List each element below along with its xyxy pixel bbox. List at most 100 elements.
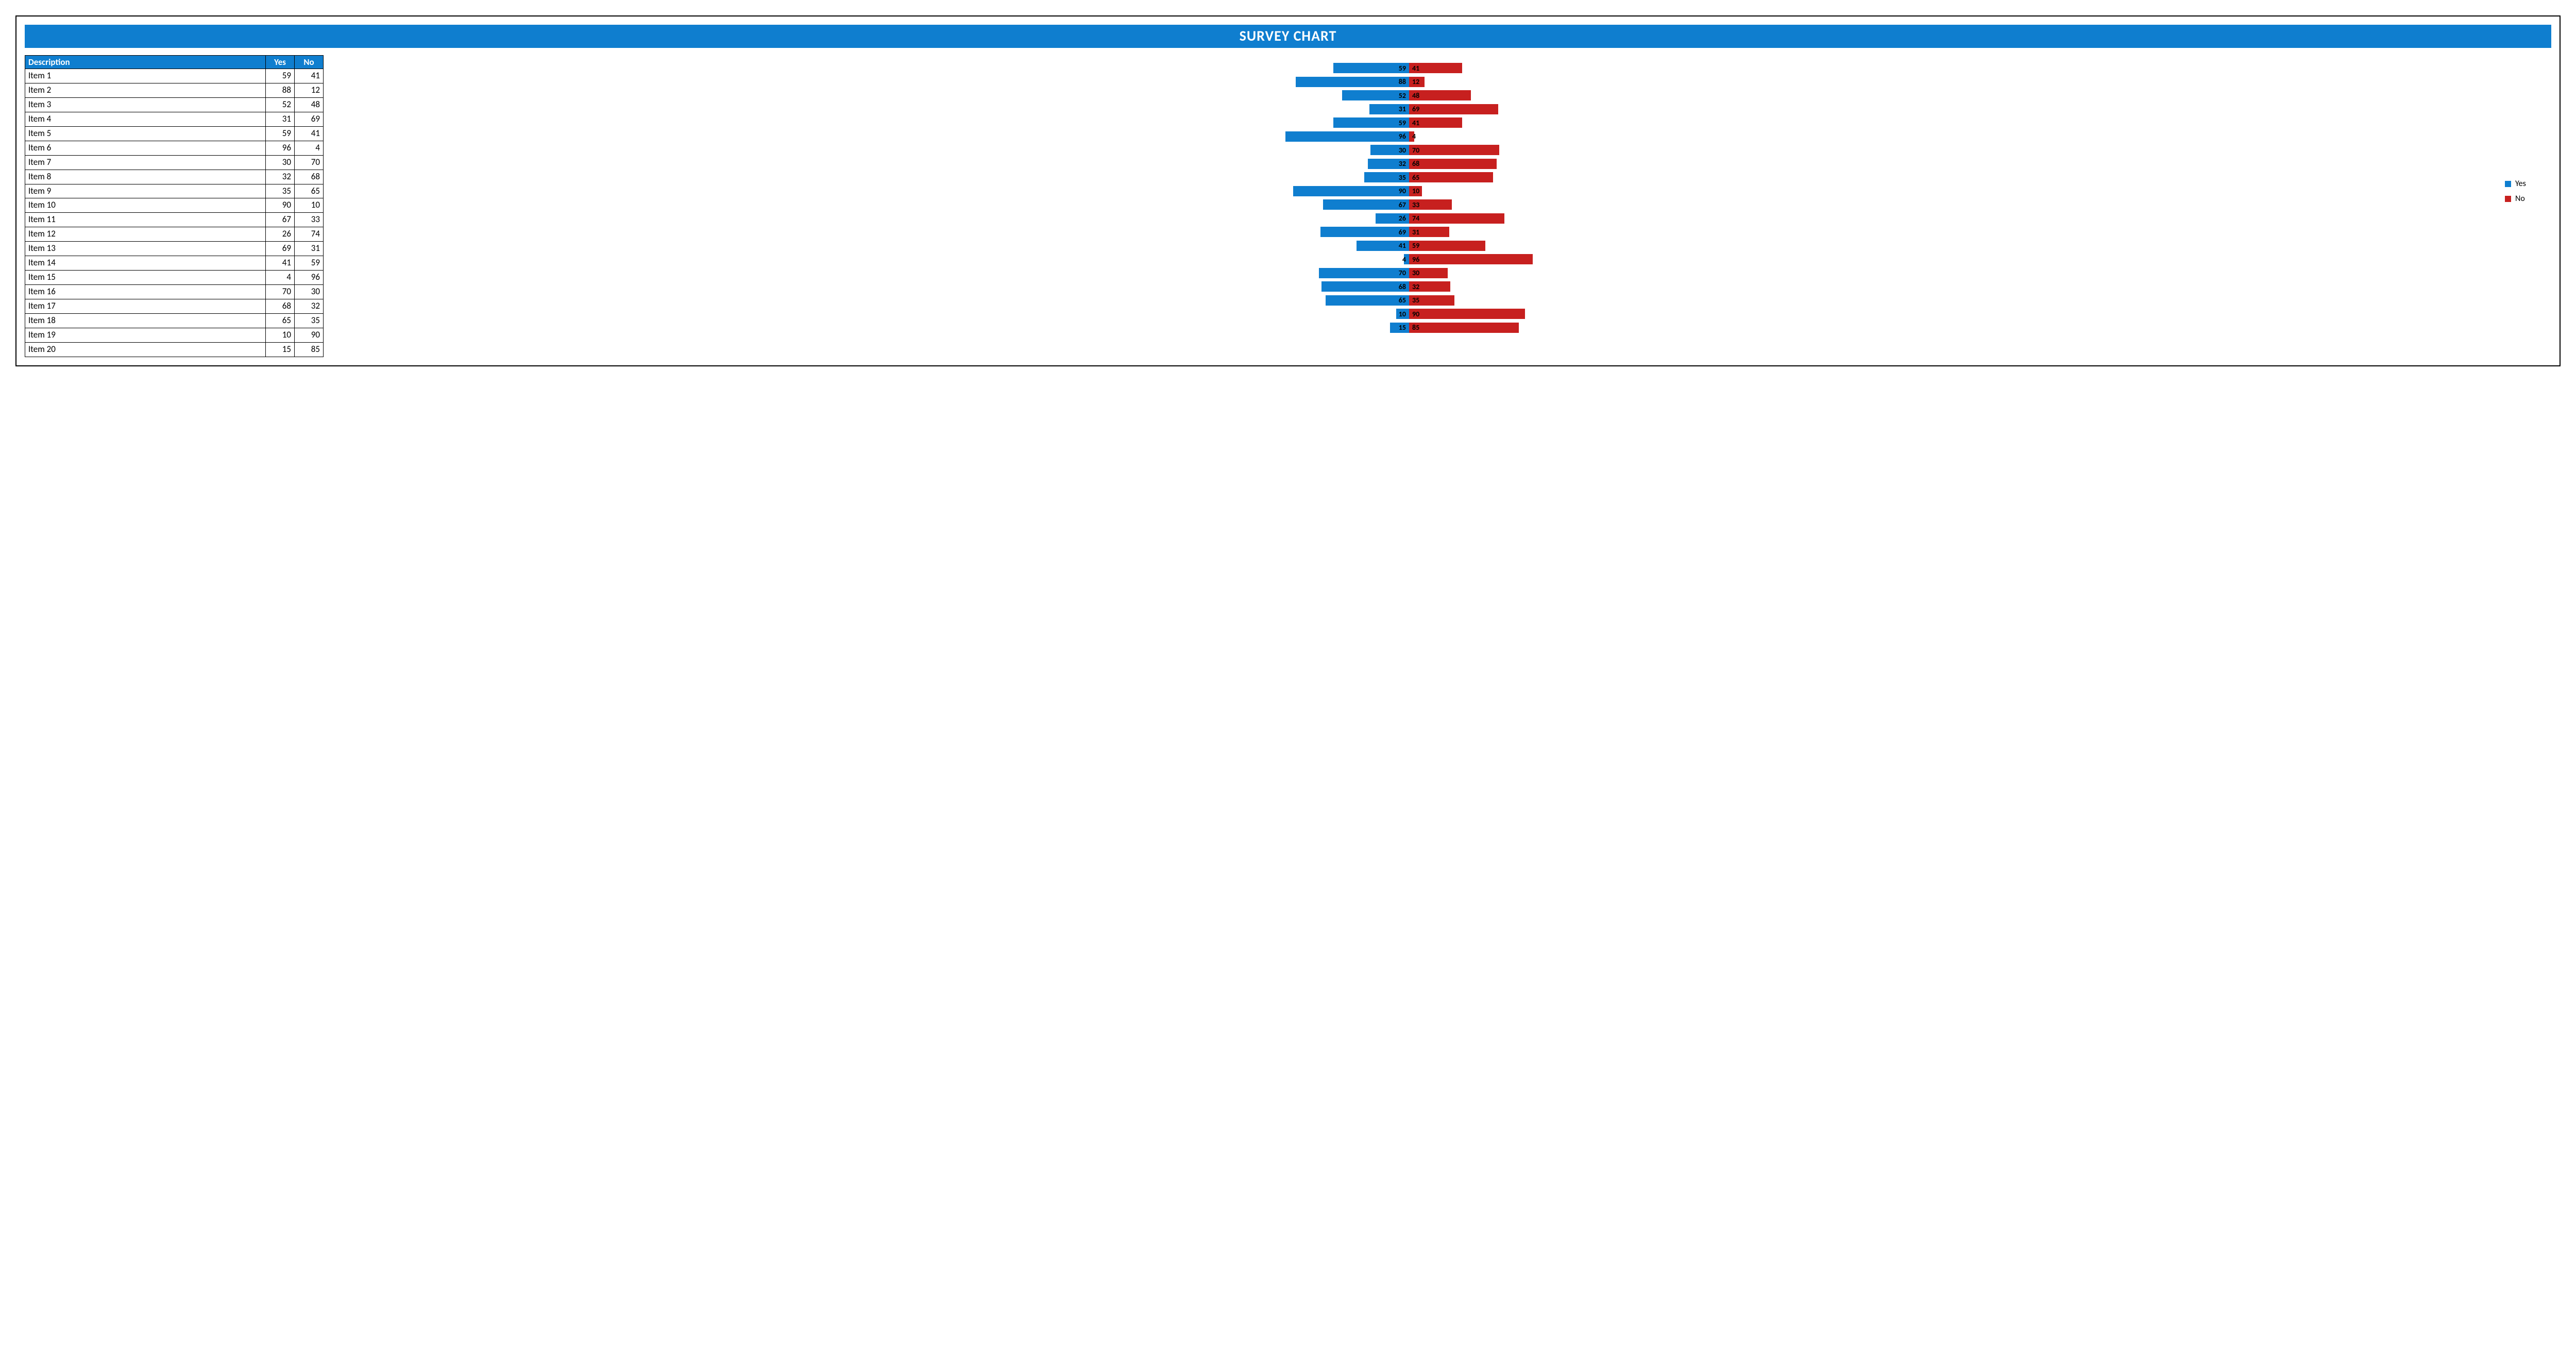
table-row: Item 35248 [25, 97, 324, 112]
cell-description: Item 16 [25, 285, 266, 299]
no-side: 12 [1409, 77, 2479, 87]
cell-yes: 59 [266, 69, 295, 83]
table-row: Item 122674 [25, 227, 324, 242]
chart-legend: Yes No [2479, 55, 2551, 209]
cell-no: 70 [295, 155, 324, 170]
bar-yes-label: 30 [1399, 146, 1406, 155]
table-row: Item 109010 [25, 198, 324, 213]
bar-no-label: 85 [1412, 323, 1419, 332]
bar-yes: 31 [1369, 104, 1410, 114]
table-row: Item 15941 [25, 69, 324, 83]
bar-no-label: 90 [1412, 310, 1419, 318]
cell-description: Item 15 [25, 271, 266, 285]
table-row: Item 144159 [25, 256, 324, 271]
cell-yes: 90 [266, 198, 295, 213]
bar-yes-label: 59 [1399, 64, 1406, 73]
bar-yes: 26 [1376, 213, 1409, 224]
cell-yes: 31 [266, 112, 295, 126]
cell-description: Item 8 [25, 170, 266, 184]
yes-side: 4 [339, 254, 1409, 264]
bar-yes-label: 52 [1399, 91, 1406, 100]
bar-no: 10 [1409, 186, 1422, 196]
bar-no-label: 48 [1412, 91, 1419, 100]
bar-yes: 90 [1293, 186, 1409, 196]
cell-description: Item 20 [25, 342, 266, 357]
bar-yes: 52 [1342, 90, 1409, 100]
cell-no: 12 [295, 83, 324, 97]
cell-yes: 10 [266, 328, 295, 342]
yes-side: 68 [339, 281, 1409, 292]
legend-label-no: No [2515, 194, 2525, 204]
no-side: 4 [1409, 131, 2479, 142]
bar-yes: 4 [1404, 254, 1409, 264]
bar-yes-label: 32 [1399, 159, 1406, 168]
cell-yes: 32 [266, 170, 295, 184]
cell-description: Item 5 [25, 126, 266, 141]
table-row: Item 136931 [25, 242, 324, 256]
bar-no: 74 [1409, 213, 1504, 224]
chart-row: 6931 [339, 225, 2479, 239]
page-title: SURVEY CHART [25, 25, 2551, 48]
bar-yes-label: 59 [1399, 119, 1406, 127]
chart-row: 9010 [339, 184, 2479, 198]
bar-yes: 96 [1285, 131, 1409, 142]
bar-no-label: 4 [1412, 132, 1416, 141]
bar-yes-label: 69 [1399, 228, 1406, 237]
table-row: Item 6964 [25, 141, 324, 155]
bar-no: 41 [1409, 117, 1462, 128]
bar-no-label: 10 [1412, 187, 1419, 195]
table-row: Item 93565 [25, 184, 324, 198]
bar-no: 59 [1409, 241, 1485, 251]
table-row: Item 167030 [25, 285, 324, 299]
no-side: 96 [1409, 254, 2479, 264]
cell-no: 31 [295, 242, 324, 256]
no-side: 32 [1409, 281, 2479, 292]
yes-side: 59 [339, 117, 1409, 128]
legend-item-yes: Yes [2505, 179, 2551, 189]
cell-no: 59 [295, 256, 324, 271]
diverging-bar-chart: 5941881252483169594196430703268356590106… [339, 55, 2479, 334]
cell-yes: 70 [266, 285, 295, 299]
bar-yes: 41 [1357, 241, 1410, 251]
cell-no: 35 [295, 313, 324, 328]
bar-no: 12 [1409, 77, 1425, 87]
bar-yes: 59 [1333, 117, 1410, 128]
legend-swatch-yes [2505, 181, 2511, 187]
cell-yes: 88 [266, 83, 295, 97]
no-side: 33 [1409, 199, 2479, 210]
bar-yes-label: 67 [1399, 200, 1406, 209]
bar-no-label: 33 [1412, 200, 1419, 209]
cell-no: 4 [295, 141, 324, 155]
cell-no: 68 [295, 170, 324, 184]
no-side: 65 [1409, 172, 2479, 182]
yes-side: 59 [339, 63, 1409, 73]
bar-no: 4 [1409, 131, 1414, 142]
cell-yes: 26 [266, 227, 295, 242]
table-row: Item 28812 [25, 83, 324, 97]
content-area: Description Yes No Item 15941Item 28812I… [25, 55, 2551, 357]
bar-no: 33 [1409, 199, 1452, 210]
bar-no-label: 70 [1412, 146, 1419, 155]
chart-row: 2674 [339, 212, 2479, 226]
bar-no-label: 41 [1412, 64, 1419, 73]
bar-yes: 69 [1320, 227, 1410, 237]
bar-yes-label: 31 [1399, 105, 1406, 113]
no-side: 31 [1409, 227, 2479, 237]
chart-row: 3169 [339, 103, 2479, 116]
yes-side: 70 [339, 268, 1409, 278]
cell-description: Item 17 [25, 299, 266, 314]
table-row: Item 83268 [25, 170, 324, 184]
bar-yes-label: 70 [1399, 268, 1406, 277]
bar-yes: 32 [1368, 159, 1409, 169]
cell-no: 41 [295, 69, 324, 83]
bar-yes-label: 41 [1399, 241, 1406, 250]
bar-no-label: 30 [1412, 268, 1419, 277]
col-no: No [295, 56, 324, 69]
bar-no: 48 [1409, 90, 1471, 100]
bar-yes: 15 [1390, 323, 1410, 333]
bar-yes-label: 88 [1399, 77, 1406, 86]
cell-no: 69 [295, 112, 324, 126]
bar-yes: 10 [1396, 309, 1409, 319]
cell-no: 10 [295, 198, 324, 213]
bar-no: 90 [1409, 309, 1525, 319]
